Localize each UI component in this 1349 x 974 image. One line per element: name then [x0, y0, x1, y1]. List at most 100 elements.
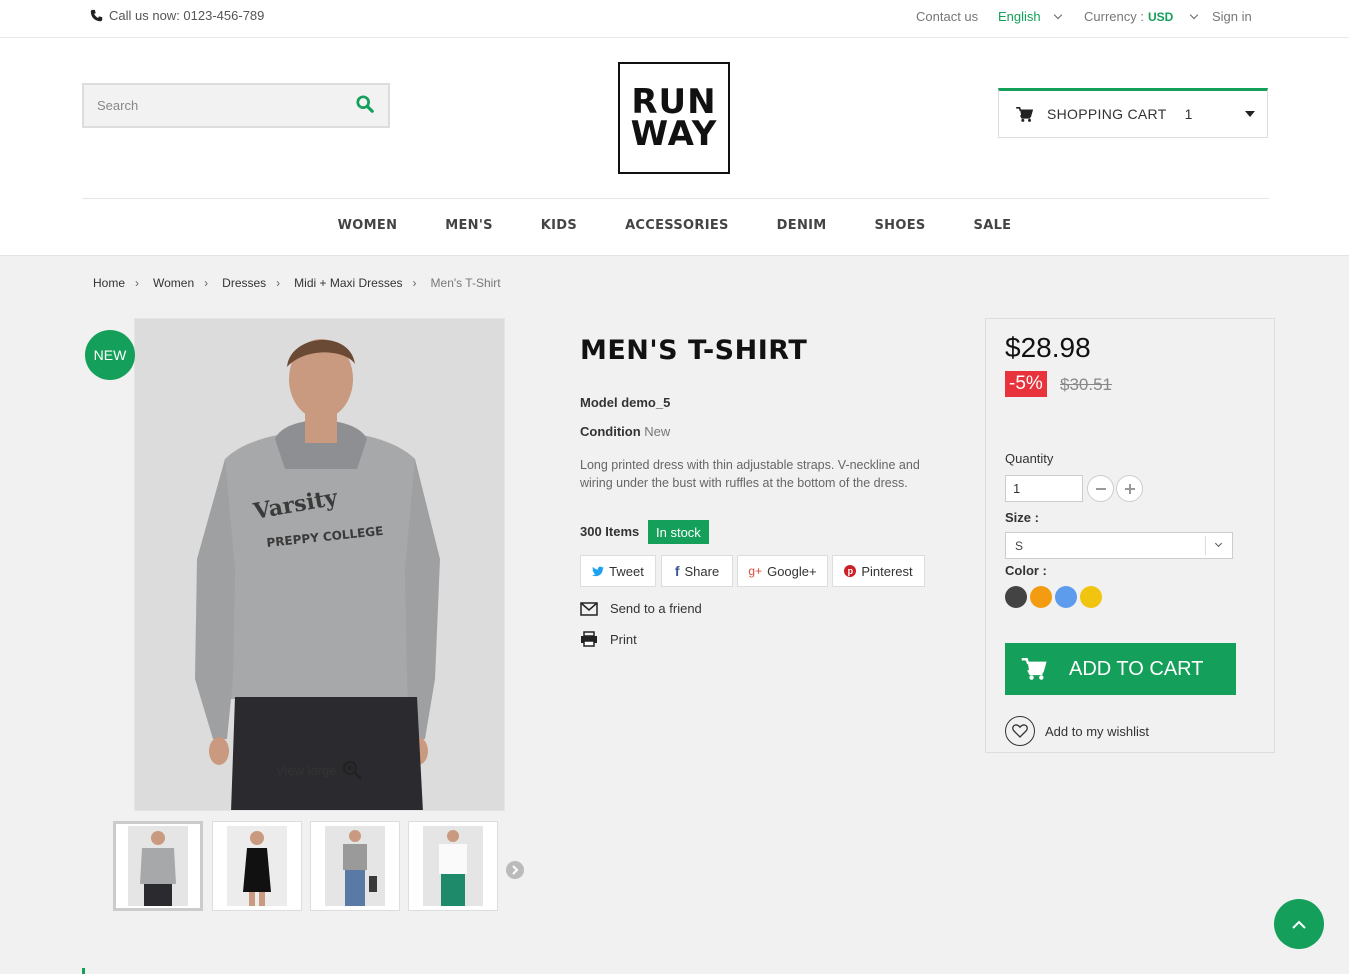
thumbnail-image — [325, 826, 385, 906]
nav-item-accessories[interactable]: ACCESSORIES — [625, 218, 729, 233]
tweet-button[interactable]: Tweet — [580, 555, 656, 587]
plus-icon — [1124, 483, 1135, 494]
thumbnail-2[interactable] — [212, 821, 302, 911]
chevron-up-icon — [1292, 920, 1306, 929]
call-us-text: Call us now: 0123-456-789 — [109, 8, 265, 23]
chevron-down-icon — [1053, 10, 1062, 20]
sign-in-link[interactable]: Sign in — [1212, 9, 1252, 24]
product-condition: Condition New — [580, 424, 670, 439]
view-large-label: View large — [276, 762, 337, 778]
size-select[interactable]: S — [1005, 532, 1233, 559]
nav-item-sale[interactable]: SALE — [974, 218, 1012, 233]
add-to-cart-button[interactable]: ADD TO CART — [1005, 643, 1236, 695]
product-main-image[interactable]: Varsity PREPPY COLLEGE — [134, 318, 505, 811]
product-title: MEN'S T-SHIRT — [580, 335, 808, 366]
site-logo[interactable]: RUN WAY — [618, 62, 730, 174]
thumbnail-next-button[interactable] — [506, 861, 524, 879]
currency-label: Currency : — [1084, 9, 1144, 24]
send-to-friend-label: Send to a friend — [610, 601, 702, 616]
product-price: $28.98 — [1005, 332, 1091, 363]
color-swatch-orange[interactable] — [1030, 586, 1052, 608]
thumbnail-3[interactable] — [310, 821, 400, 911]
language-selector[interactable]: English — [998, 9, 1062, 24]
condition-value: New — [644, 424, 671, 439]
view-large-button[interactable]: View large — [276, 760, 362, 780]
zoom-in-icon — [343, 760, 362, 780]
facebook-icon: f — [674, 563, 680, 579]
breadcrumb-women[interactable]: Women — [153, 276, 194, 290]
quantity-label: Quantity — [1005, 451, 1054, 466]
facebook-share-button[interactable]: f Share — [661, 555, 733, 587]
nav-item-women[interactable]: WOMEN — [338, 218, 398, 233]
color-swatch-dark-grey[interactable] — [1005, 586, 1027, 608]
nav-divider — [82, 198, 1269, 199]
add-to-wishlist-link[interactable]: Add to my wishlist — [1005, 716, 1149, 746]
breadcrumb-midi-maxi[interactable]: Midi + Maxi Dresses — [294, 276, 402, 290]
shopping-cart-dropdown[interactable]: SHOPPING CART 1 — [998, 88, 1268, 138]
section-accent — [82, 968, 85, 974]
cart-icon — [1021, 658, 1047, 680]
currency-selector[interactable]: Currency : USD — [1084, 9, 1199, 24]
breadcrumb-dresses[interactable]: Dresses — [222, 276, 266, 290]
pinterest-icon: p — [844, 565, 857, 577]
color-swatch-yellow[interactable] — [1080, 586, 1102, 608]
contact-us-link[interactable]: Contact us — [916, 9, 978, 24]
pinterest-button[interactable]: p Pinterest — [832, 555, 925, 587]
nav-item-denim[interactable]: DENIM — [777, 218, 827, 233]
tweet-label: Tweet — [609, 563, 644, 579]
chevron-down-icon — [1214, 539, 1223, 548]
quantity-input[interactable] — [1005, 475, 1083, 502]
twitter-icon — [592, 566, 605, 576]
thumbnail-4[interactable] — [408, 821, 498, 911]
search-input[interactable] — [84, 85, 334, 126]
wishlist-label: Add to my wishlist — [1045, 723, 1150, 739]
printer-icon — [581, 631, 597, 647]
google-plus-button[interactable]: g+ Google+ — [737, 555, 828, 587]
thumbnail-image — [227, 826, 287, 906]
thumbnail-image — [128, 826, 188, 906]
breadcrumb: Home › Women › Dresses › Midi + Maxi Dresse… — [93, 276, 501, 290]
caret-down-icon — [1245, 111, 1255, 117]
back-to-top-button[interactable] — [1274, 899, 1324, 949]
nav-item-mens[interactable]: MEN'S — [445, 218, 493, 233]
stock-quantity: 300 Items — [580, 524, 640, 539]
send-to-friend-link[interactable]: Send to a friend — [580, 601, 702, 616]
cart-count: 1 — [1184, 106, 1193, 122]
stock-badge: In stock — [648, 520, 709, 544]
product-description: Long printed dress with thin adjustable … — [580, 458, 920, 490]
breadcrumb-current: Men's T-Shirt — [430, 276, 501, 290]
chevron-right-icon — [512, 865, 519, 875]
thumbnail-1[interactable] — [113, 821, 203, 911]
new-badge: NEW — [85, 330, 135, 380]
google-plus-label: Google+ — [767, 563, 817, 579]
product-model: Model demo_5 — [580, 395, 670, 410]
pinterest-label: Pinterest — [861, 563, 913, 579]
nav-item-kids[interactable]: KIDS — [541, 218, 577, 233]
search-icon — [356, 95, 374, 113]
quantity-decrease-button[interactable] — [1087, 475, 1114, 502]
quantity-increase-button[interactable] — [1116, 475, 1143, 502]
search-button[interactable] — [356, 95, 376, 115]
print-label: Print — [610, 631, 637, 647]
breadcrumb-home[interactable]: Home — [93, 276, 125, 290]
condition-label: Condition — [580, 424, 641, 439]
color-swatch-blue[interactable] — [1055, 586, 1077, 608]
size-value: S — [1015, 538, 1024, 553]
nav-item-shoes[interactable]: SHOES — [875, 218, 926, 233]
discount-badge: -5% — [1005, 371, 1047, 397]
print-link[interactable]: Print — [580, 631, 637, 647]
call-us: Call us now: 0123-456-789 — [90, 8, 264, 23]
heart-icon — [1005, 716, 1035, 746]
cart-label: SHOPPING CART — [1047, 106, 1167, 122]
minus-icon — [1095, 487, 1106, 490]
share-label: Share — [684, 563, 720, 579]
search-box — [82, 83, 390, 128]
currency-value: USD — [1147, 9, 1174, 24]
thumbnail-image — [423, 826, 483, 906]
language-value: English — [998, 9, 1041, 24]
chevron-down-icon — [1190, 10, 1199, 20]
main-nav: WOMEN MEN'S KIDS ACCESSORIES DENIM SHOES… — [0, 218, 1349, 233]
logo-line-2: WAY — [630, 114, 718, 154]
model-label: Model — [580, 395, 618, 410]
cart-icon — [1016, 106, 1033, 122]
